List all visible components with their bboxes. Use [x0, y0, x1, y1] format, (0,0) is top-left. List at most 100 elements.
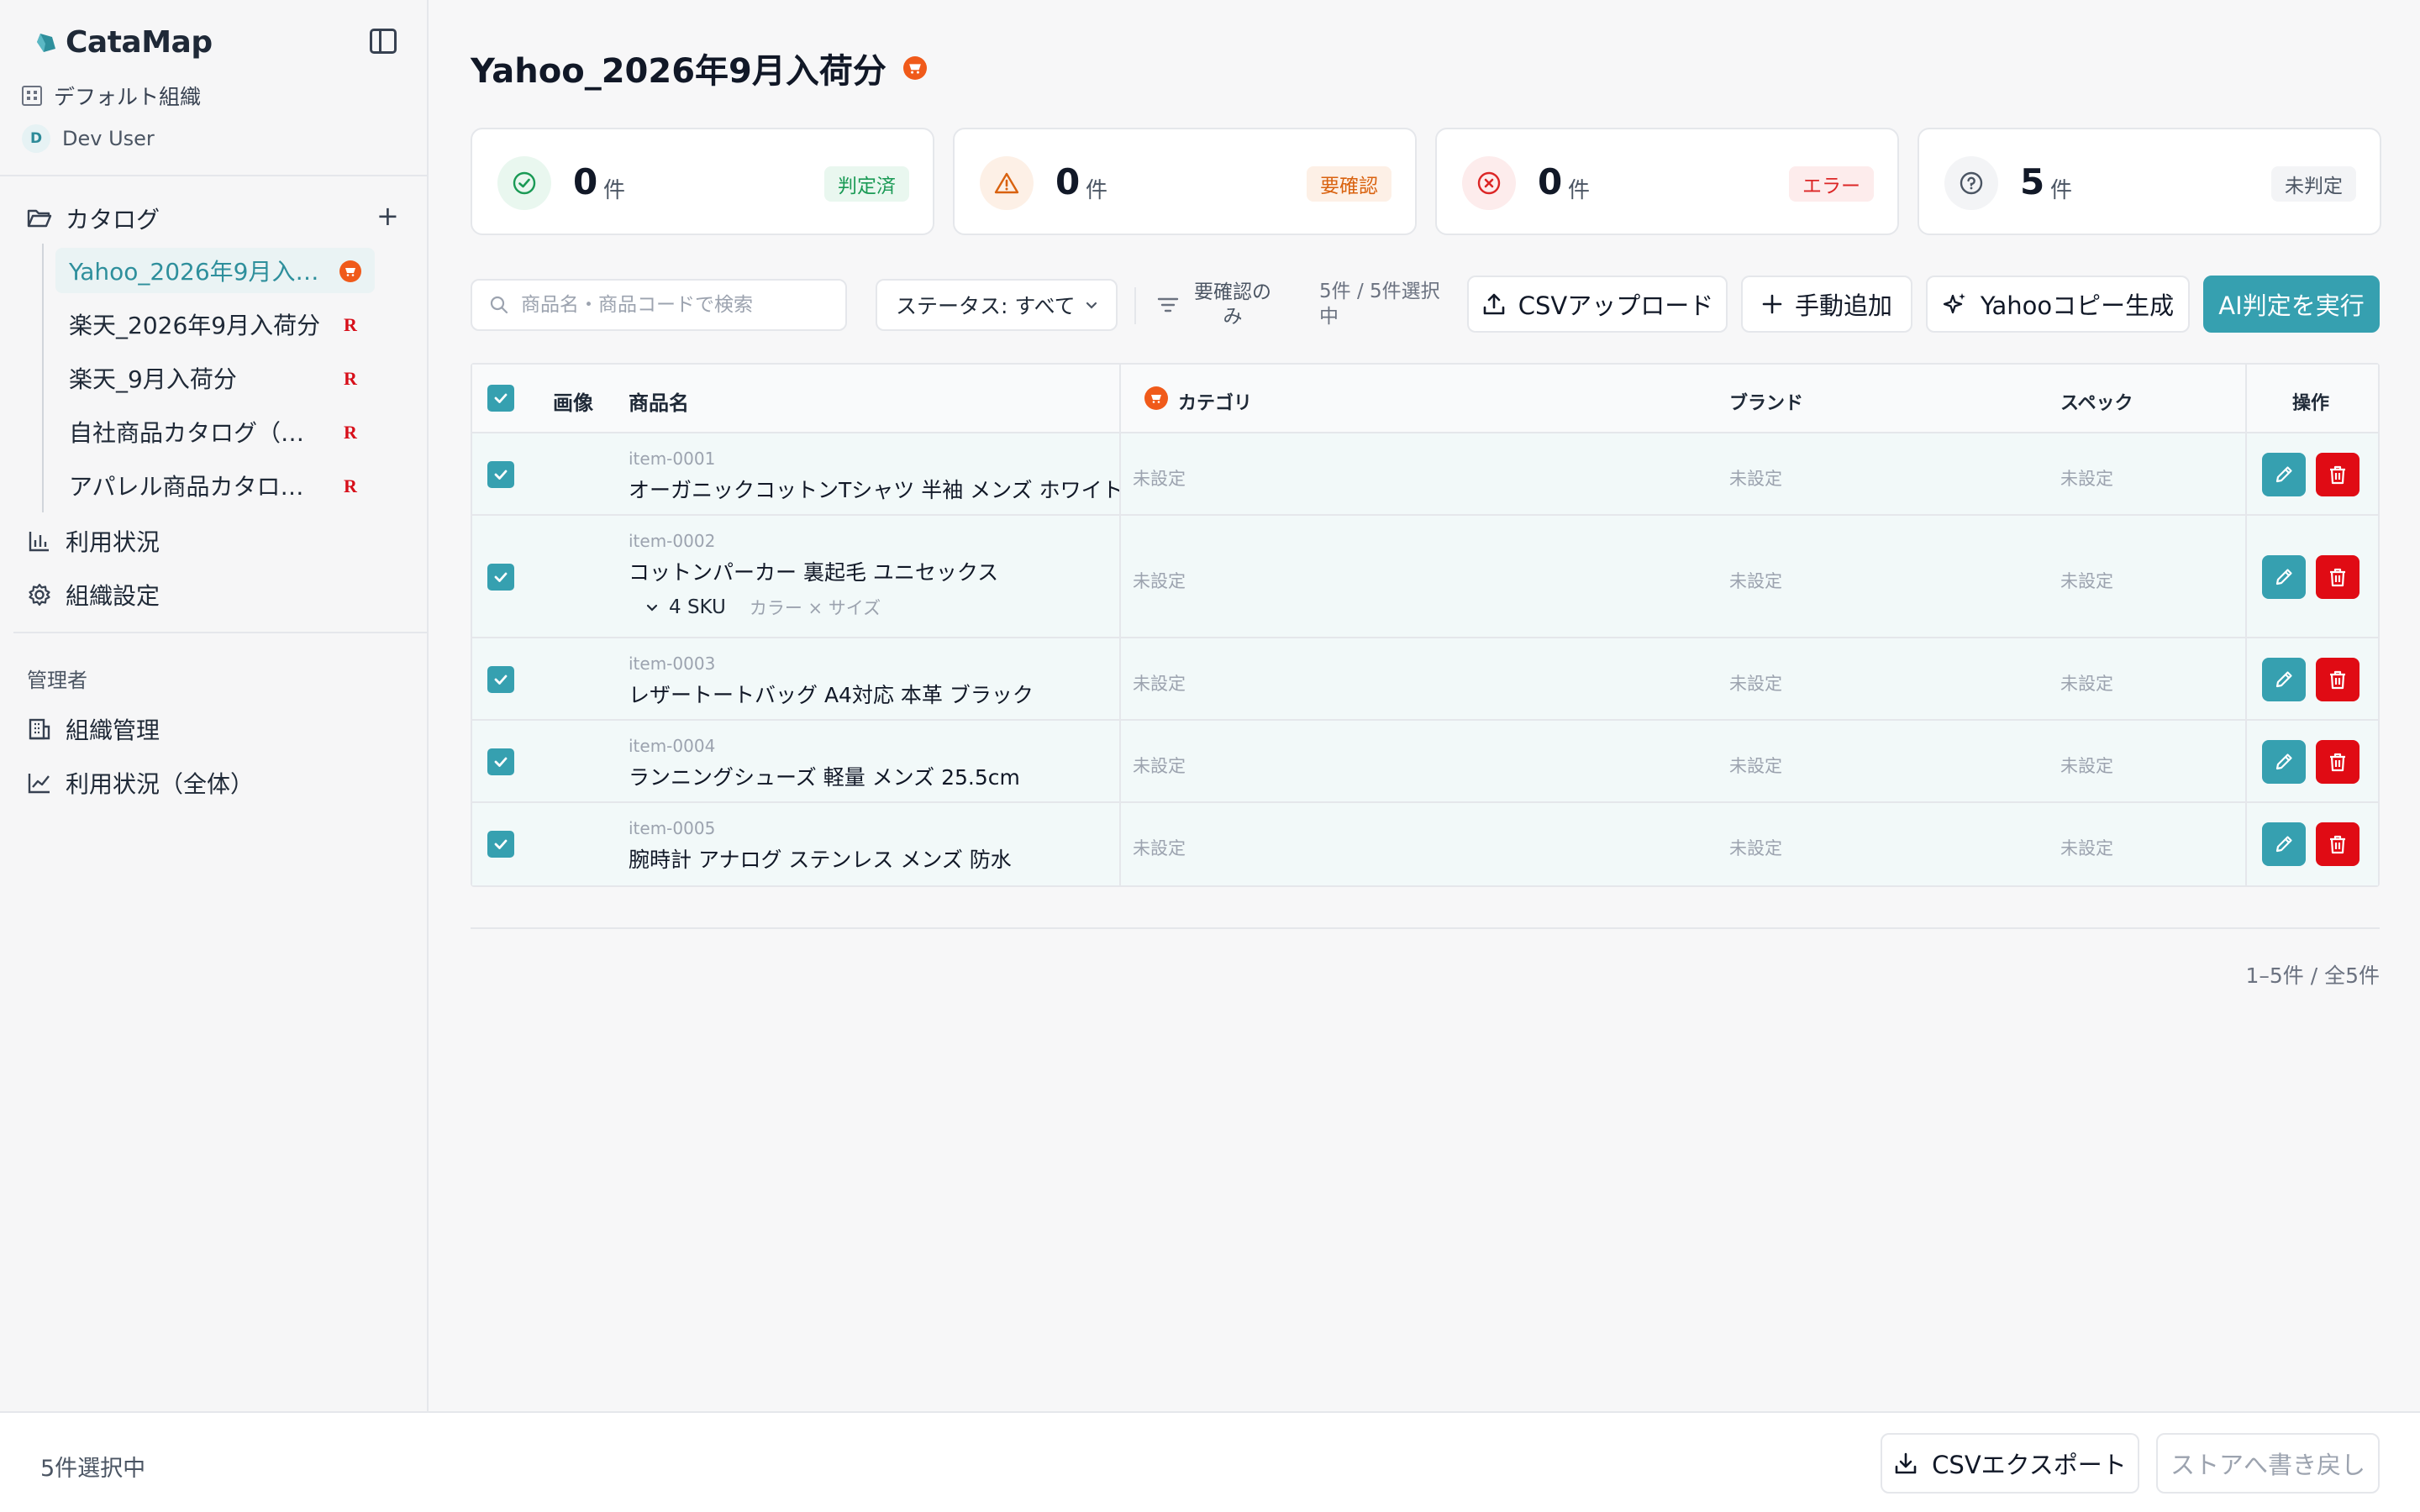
pencil-icon [2275, 466, 2292, 483]
delete-button[interactable] [2316, 658, 2360, 701]
row-checkbox[interactable] [487, 748, 514, 775]
edit-button[interactable] [2262, 658, 2306, 701]
tree-line [42, 244, 44, 512]
column-divider [2245, 365, 2247, 885]
add-catalog-icon[interactable]: + [376, 200, 399, 232]
category-value[interactable]: 未設定 [1133, 568, 1186, 593]
needs-review-filter-button[interactable]: 要確認のみ [1156, 279, 1291, 331]
write-back-button[interactable]: ストアへ書き戻し [2156, 1433, 2380, 1494]
column-header-image[interactable]: 画像 [553, 386, 593, 416]
edit-button[interactable] [2262, 822, 2306, 866]
trash-icon [2330, 835, 2345, 854]
select-all-checkbox[interactable] [487, 385, 514, 412]
table-row[interactable]: item-0003 レザートートバッグ A4対応 本革 ブラック 未設定 未設定… [472, 638, 2378, 721]
folder-open-icon [27, 206, 52, 231]
category-value[interactable]: 未設定 [1133, 753, 1186, 778]
delete-button[interactable] [2316, 740, 2360, 784]
catalog-label: Yahoo_2026年9月入荷分 [69, 258, 321, 286]
button-label: CSVエクスポート [1932, 1451, 2127, 1479]
org-switcher[interactable]: デフォルト組織 [22, 81, 201, 111]
column-header-name[interactable]: 商品名 [629, 386, 689, 416]
sku-toggle[interactable]: 4 SKU カラー × サイズ [645, 595, 881, 620]
stat-card-judged[interactable]: 0 件 判定済 [471, 128, 934, 235]
manual-add-button[interactable]: 手動追加 [1741, 276, 1912, 333]
yahoo-copy-button[interactable]: Yahooコピー生成 [1926, 276, 2190, 333]
rakuten-icon: R [344, 422, 357, 443]
row-checkbox[interactable] [487, 666, 514, 693]
table-row[interactable]: item-0005 腕時計 アナログ ステンレス メンズ 防水 未設定 未設定 … [472, 803, 2378, 885]
item-name[interactable]: ランニングシューズ 軽量 メンズ 25.5cm [629, 761, 1020, 791]
item-name[interactable]: 腕時計 アナログ ステンレス メンズ 防水 [629, 843, 1012, 874]
stat-card-unjudged[interactable]: 5 件 未判定 [1918, 128, 2381, 235]
delete-button[interactable] [2316, 453, 2360, 496]
spec-value[interactable]: 未設定 [2060, 465, 2113, 491]
sidebar-item-org-admin[interactable]: 組織管理 [27, 712, 160, 746]
brand-value[interactable]: 未設定 [1729, 568, 1782, 593]
app-logo[interactable]: CataMap [34, 25, 213, 60]
divider [471, 927, 2380, 929]
stat-card-review[interactable]: 0 件 要確認 [953, 128, 1417, 235]
delete-button[interactable] [2316, 555, 2360, 599]
search-input[interactable] [521, 294, 823, 316]
sidebar-item-usage[interactable]: 利用状況 [27, 524, 160, 558]
sidebar-toggle-icon[interactable] [370, 29, 397, 54]
sidebar-item-usage-all[interactable]: 利用状況（全体） [27, 766, 254, 800]
catalog-item[interactable]: 楽天_2026年9月入荷分 R [55, 302, 375, 347]
brand-value[interactable]: 未設定 [1729, 465, 1782, 491]
category-value[interactable]: 未設定 [1133, 670, 1186, 696]
column-header-category[interactable]: カテゴリ [1178, 388, 1252, 415]
edit-button[interactable] [2262, 740, 2306, 784]
spec-value[interactable]: 未設定 [2060, 753, 2113, 778]
category-value[interactable]: 未設定 [1133, 835, 1186, 860]
item-name[interactable]: コットンパーカー 裏起毛 ユニセックス [629, 556, 998, 586]
logo-icon [37, 33, 55, 52]
brand-value[interactable]: 未設定 [1729, 835, 1782, 860]
row-checkbox[interactable] [487, 564, 514, 591]
catalog-item[interactable]: 自社商品カタログ（サンプル） R [55, 409, 375, 454]
table-row[interactable]: item-0001 オーガニックコットンTシャツ 半袖 メンズ ホワイト 未設定… [472, 433, 2378, 516]
search-box[interactable] [471, 279, 847, 331]
table-row[interactable]: item-0004 ランニングシューズ 軽量 メンズ 25.5cm 未設定 未設… [472, 721, 2378, 803]
trash-icon [2330, 753, 2345, 772]
sidebar-item-org-settings[interactable]: 組織設定 [27, 578, 160, 612]
category-value[interactable]: 未設定 [1133, 465, 1186, 491]
stat-card-error[interactable]: 0 件 エラー [1435, 128, 1899, 235]
item-id: item-0002 [629, 531, 716, 551]
sidebar-item-label: 利用状況 [66, 528, 160, 556]
brand-value[interactable]: 未設定 [1729, 753, 1782, 778]
item-name[interactable]: オーガニックコットンTシャツ 半袖 メンズ ホワイト [629, 474, 1123, 504]
row-checkbox[interactable] [487, 461, 514, 488]
check-circle-icon [497, 156, 551, 210]
user-menu[interactable]: D Dev User [22, 124, 155, 153]
column-header-spec[interactable]: スペック [2060, 388, 2133, 415]
sidebar-item-catalog[interactable]: カタログ [27, 202, 160, 235]
pencil-icon [2275, 569, 2292, 585]
ai-judge-button[interactable]: AI判定を実行 [2203, 276, 2380, 333]
delete-button[interactable] [2316, 822, 2360, 866]
status-select[interactable]: ステータス: すべて [876, 279, 1118, 331]
spec-value[interactable]: 未設定 [2060, 568, 2113, 593]
stat-value: 5 [2020, 161, 2045, 202]
error-circle-icon [1462, 156, 1516, 210]
check-icon [494, 470, 508, 480]
building-icon [22, 86, 42, 106]
catalog-item[interactable]: 楽天_9月入荷分 R [55, 355, 375, 401]
rakuten-icon: R [344, 314, 357, 335]
catalog-item[interactable]: Yahoo_2026年9月入荷分 [55, 248, 375, 293]
spec-value[interactable]: 未設定 [2060, 670, 2113, 696]
edit-button[interactable] [2262, 555, 2306, 599]
csv-export-button[interactable]: CSVエクスポート [1881, 1433, 2139, 1494]
edit-button[interactable] [2262, 453, 2306, 496]
brand-value[interactable]: 未設定 [1729, 670, 1782, 696]
spec-value[interactable]: 未設定 [2060, 835, 2113, 860]
csv-upload-button[interactable]: CSVアップロード [1467, 276, 1728, 333]
item-name[interactable]: レザートートバッグ A4対応 本革 ブラック [629, 679, 1034, 709]
check-icon [494, 839, 508, 849]
sidebar-item-label: 組織設定 [66, 582, 160, 610]
button-label: AI判定を実行 [2218, 291, 2365, 320]
table-row[interactable]: item-0002 コットンパーカー 裏起毛 ユニセックス 4 SKU カラー … [472, 516, 2378, 638]
column-header-brand[interactable]: ブランド [1729, 388, 1803, 415]
row-checkbox[interactable] [487, 831, 514, 858]
chevron-down-icon [646, 604, 658, 612]
catalog-item[interactable]: アパレル商品カタログ（サンプル） R [55, 463, 375, 508]
